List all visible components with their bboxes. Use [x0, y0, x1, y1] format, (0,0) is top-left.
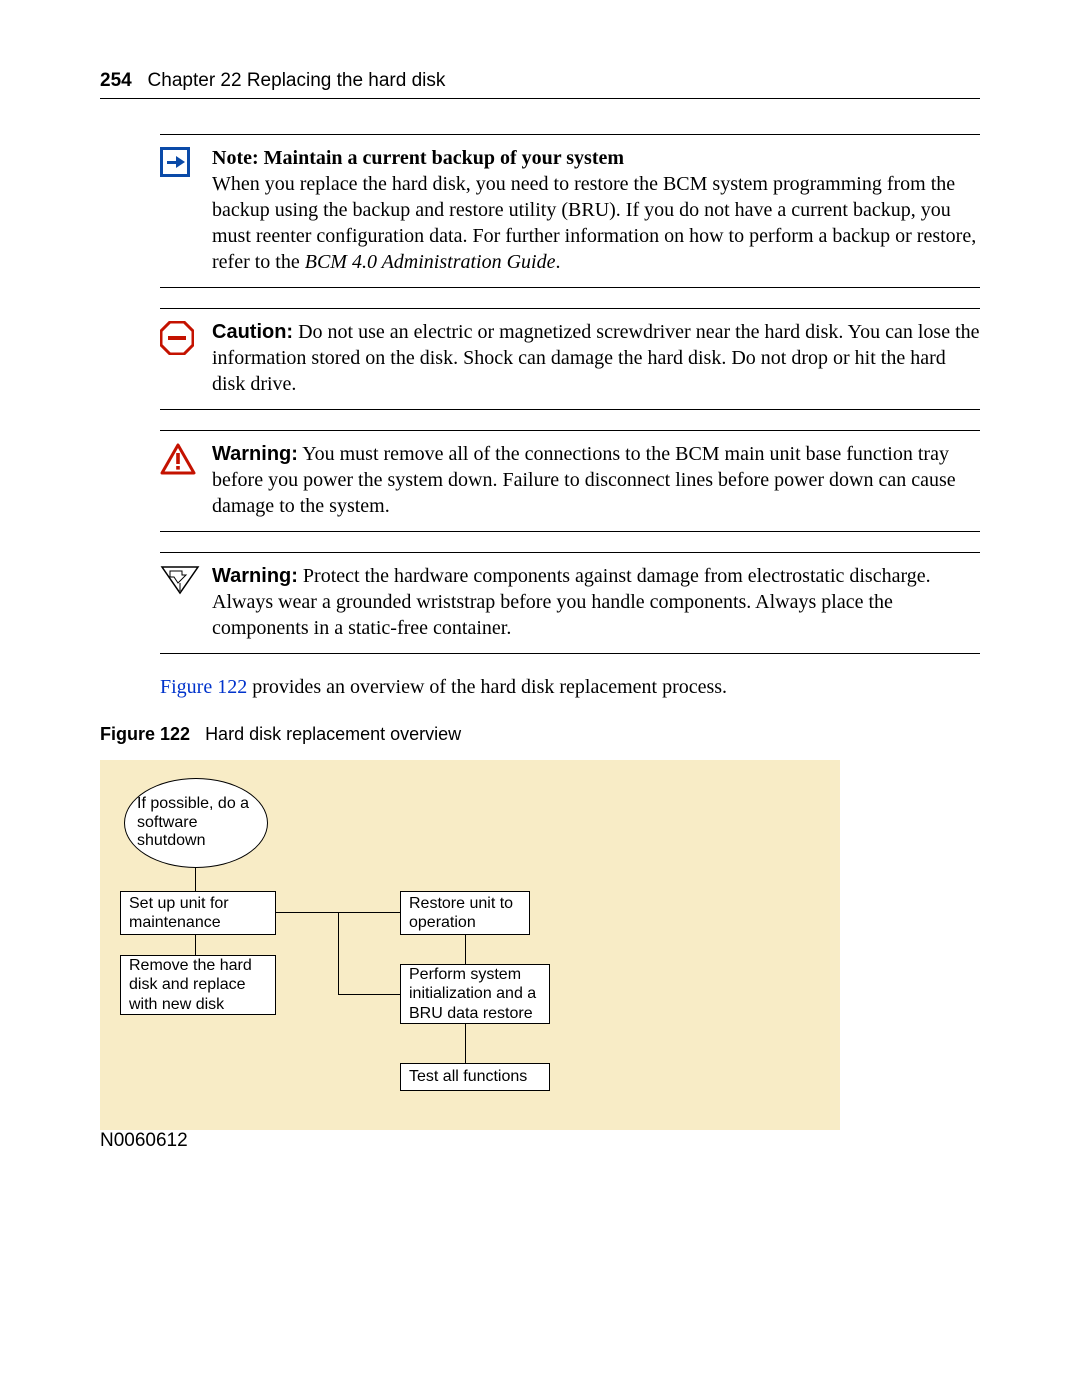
warning2-label: Warning:: [212, 565, 298, 587]
note-subtitle: Maintain a current backup of your system: [264, 147, 624, 169]
note-label: Note:: [212, 147, 259, 169]
chapter-title: Chapter 22 Replacing the hard disk: [148, 70, 446, 91]
figure-reference-sentence: Figure 122 provides an overview of the h…: [160, 676, 980, 699]
flow-start: If possible, do a software shutdown: [124, 778, 268, 868]
note-callout: Note: Maintain a current backup of your …: [160, 134, 980, 288]
doc-id: N0060612: [100, 1130, 188, 1152]
flow-setup: Set up unit for maintenance: [120, 891, 276, 935]
figure-sentence-rest: provides an overview of the hard disk re…: [247, 676, 727, 698]
figure-caption: Figure 122 Hard disk replacement overvie…: [100, 724, 980, 745]
caution-label: Caution:: [212, 321, 293, 343]
caution-body: Do not use an electric or magnetized scr…: [212, 321, 980, 395]
figure-title: Hard disk replacement overview: [205, 724, 461, 744]
warning1-label: Warning:: [212, 443, 298, 465]
warning-callout-2: Warning: Protect the hardware components…: [160, 552, 980, 654]
warning-triangle-icon: [160, 443, 196, 475]
figure-link[interactable]: Figure 122: [160, 676, 247, 698]
page-number: 254: [100, 70, 132, 91]
page: 254 Chapter 22 Replacing the hard disk N…: [0, 0, 1080, 1397]
figure-label: Figure 122: [100, 724, 190, 744]
stop-octagon-icon: [160, 321, 194, 355]
arrow-right-icon: [160, 147, 190, 177]
flow-init: Perform system initialization and a BRU …: [400, 964, 550, 1024]
flow-remove: Remove the hard disk and replace with ne…: [120, 955, 276, 1015]
flow-diagram: If possible, do a software shutdown Set …: [100, 760, 840, 1130]
warning2-body: Protect the hardware components against …: [212, 565, 931, 639]
esd-triangle-icon: [160, 565, 200, 595]
caution-callout: Caution: Do not use an electric or magne…: [160, 308, 980, 410]
flow-restore: Restore unit to operation: [400, 891, 530, 935]
note-body-italic: BCM 4.0 Administration Guide: [305, 251, 556, 273]
callouts: Note: Maintain a current backup of your …: [160, 134, 980, 654]
flow-test: Test all functions: [400, 1063, 550, 1091]
warning-callout-1: Warning: You must remove all of the conn…: [160, 430, 980, 532]
note-body-post: .: [555, 251, 560, 273]
warning1-body: You must remove all of the connections t…: [212, 443, 956, 517]
page-header: 254 Chapter 22 Replacing the hard disk: [100, 70, 980, 99]
